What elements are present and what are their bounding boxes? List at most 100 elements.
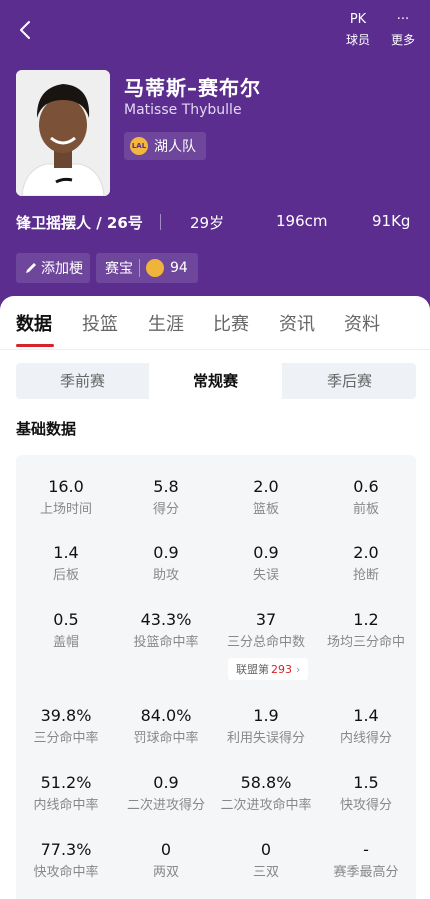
player-height: 196cm (276, 212, 328, 230)
stat-label: 前板 (352, 502, 379, 517)
stat-label: 三双 (252, 865, 279, 880)
league-rank-value: 293 (271, 662, 292, 676)
player-name-cn: 马蒂斯–赛布尔 (124, 76, 261, 100)
stat-label: 赛季最高分 (333, 865, 399, 880)
section-title: 基础数据 (16, 420, 77, 438)
stat-three-made-total: 37 三分总命中数 (216, 610, 316, 652)
stat-second-chance-points: 0.9 二次进攻得分 (116, 773, 216, 815)
stat-fastbreak-points: 1.5 快攻得分 (316, 773, 416, 815)
stat-label: 上场时间 (39, 502, 92, 517)
stat-label: 场均三分命中 (326, 635, 405, 650)
player-photo (16, 70, 110, 196)
stat-label: 罚球命中率 (133, 731, 199, 746)
team-name: 湖人队 (154, 139, 196, 155)
stat-label: 篮板 (252, 502, 279, 517)
tab-games[interactable]: 比赛 (213, 310, 249, 336)
stat-rebounds: 2.0 篮板 (216, 477, 316, 519)
more-button[interactable]: ··· 更多 (386, 10, 420, 48)
basic-stats-grid: 16.0 上场时间 5.8 得分 2.0 篮板 0.6 前板 1.4 后板 0.9 助攻 0… (16, 455, 416, 899)
coin-icon (146, 259, 164, 277)
stat-value: 0 (260, 840, 272, 859)
stat-season-high: - 赛季最高分 (316, 840, 416, 882)
stat-three-pct: 39.8% 三分命中率 (16, 706, 116, 748)
treasure-button[interactable]: 赛宝 94 (96, 253, 198, 283)
tab-shooting[interactable]: 投篮 (82, 310, 118, 336)
content-sheet: 数据 投篮 生涯 比赛 资讯 资料 季前赛 常规赛 季后赛 基础数据 16.0 上… (0, 296, 430, 899)
stat-label: 两双 (152, 865, 179, 880)
stat-label: 二次进攻命中率 (220, 798, 312, 813)
season-type-selector: 季前赛 常规赛 季后赛 (16, 363, 416, 399)
stat-label: 内线得分 (339, 731, 392, 746)
stat-label: 二次进攻得分 (126, 798, 205, 813)
more-icon: ··· (396, 12, 410, 27)
stat-label: 得分 (152, 502, 179, 517)
stat-value: 84.0% (140, 706, 192, 725)
stat-value: 2.0 (353, 543, 379, 562)
stat-label: 快攻得分 (339, 798, 392, 813)
segment-regular-season[interactable]: 常规赛 (149, 363, 282, 399)
stat-turnovers: 0.9 失误 (216, 543, 316, 585)
back-button[interactable] (14, 18, 38, 42)
team-badge[interactable]: LAL 湖人队 (124, 132, 206, 160)
active-tab-indicator (16, 344, 54, 347)
top-bar: PK 球员 ··· 更多 (0, 0, 430, 56)
stat-value: 0 (160, 840, 172, 859)
stat-label: 失误 (252, 568, 279, 583)
players-label: 球员 (345, 33, 370, 47)
stat-label: 后板 (52, 568, 79, 583)
stat-value: 1.4 (53, 543, 79, 562)
stat-offensive-rebounds: 0.6 前板 (316, 477, 416, 519)
stat-triple-doubles: 0 三双 (216, 840, 316, 882)
league-rank-badge[interactable]: 联盟第 293 › (228, 658, 309, 680)
position-number: 锋卫摇摆人 / 26号 (16, 214, 143, 232)
stat-blocks: 0.5 盖帽 (16, 610, 116, 652)
stat-label: 快攻命中率 (33, 865, 99, 880)
player-header: PK 球员 ··· 更多 马蒂斯–赛布尔 Matisse Thybulle LA… (0, 0, 430, 320)
stat-value: 0.6 (353, 477, 379, 496)
players-compare-button[interactable]: PK 球员 (341, 10, 375, 48)
stat-value: 0.9 (253, 543, 279, 562)
stat-value: 43.3% (140, 610, 192, 629)
stat-value: 51.2% (40, 773, 92, 792)
tab-profile[interactable]: 资料 (344, 310, 380, 336)
stat-label: 助攻 (152, 568, 179, 583)
stat-label: 内线命中率 (33, 798, 99, 813)
stat-minutes: 16.0 上场时间 (16, 477, 116, 519)
main-tabs: 数据 投篮 生涯 比赛 资讯 资料 (0, 296, 430, 350)
pencil-icon (26, 263, 36, 273)
treasure-label: 赛宝 (105, 261, 133, 277)
segment-playoffs[interactable]: 季后赛 (283, 363, 416, 399)
tab-data[interactable]: 数据 (16, 310, 52, 336)
tab-career[interactable]: 生涯 (148, 310, 184, 336)
stat-value: 1.4 (353, 706, 379, 725)
stat-value: 58.8% (240, 773, 292, 792)
divider (160, 214, 161, 230)
stat-value: 16.0 (48, 477, 84, 496)
stat-paint-pct: 51.2% 内线命中率 (16, 773, 116, 815)
stat-label: 三分命中率 (33, 731, 99, 746)
stat-points: 5.8 得分 (116, 477, 216, 519)
stat-label: 盖帽 (52, 635, 79, 650)
treasure-count: 94 (170, 260, 188, 276)
segment-preseason[interactable]: 季前赛 (16, 363, 149, 399)
tab-news[interactable]: 资讯 (279, 310, 315, 336)
stat-value: 0.5 (53, 610, 79, 629)
stat-value: - (363, 840, 369, 859)
player-name-en: Matisse Thybulle (124, 102, 242, 118)
stat-label: 利用失误得分 (226, 731, 305, 746)
add-meme-button[interactable]: 添加梗 (16, 253, 90, 283)
stat-three-made-avg: 1.2 场均三分命中 (316, 610, 416, 652)
add-meme-label: 添加梗 (41, 261, 83, 277)
lakers-logo-icon: LAL (130, 137, 148, 155)
stat-defensive-rebounds: 1.4 后板 (16, 543, 116, 585)
stat-value: 5.8 (153, 477, 179, 496)
stat-fg-pct: 43.3% 投篮命中率 (116, 610, 216, 652)
stat-steals: 2.0 抢断 (316, 543, 416, 585)
pk-icon: PK (349, 12, 367, 27)
stat-label: 投篮命中率 (133, 635, 199, 650)
stat-value: 77.3% (40, 840, 92, 859)
player-avatar (16, 70, 110, 196)
stat-label: 三分总命中数 (226, 635, 305, 650)
stat-double-doubles: 0 两双 (116, 840, 216, 882)
divider (139, 259, 140, 277)
